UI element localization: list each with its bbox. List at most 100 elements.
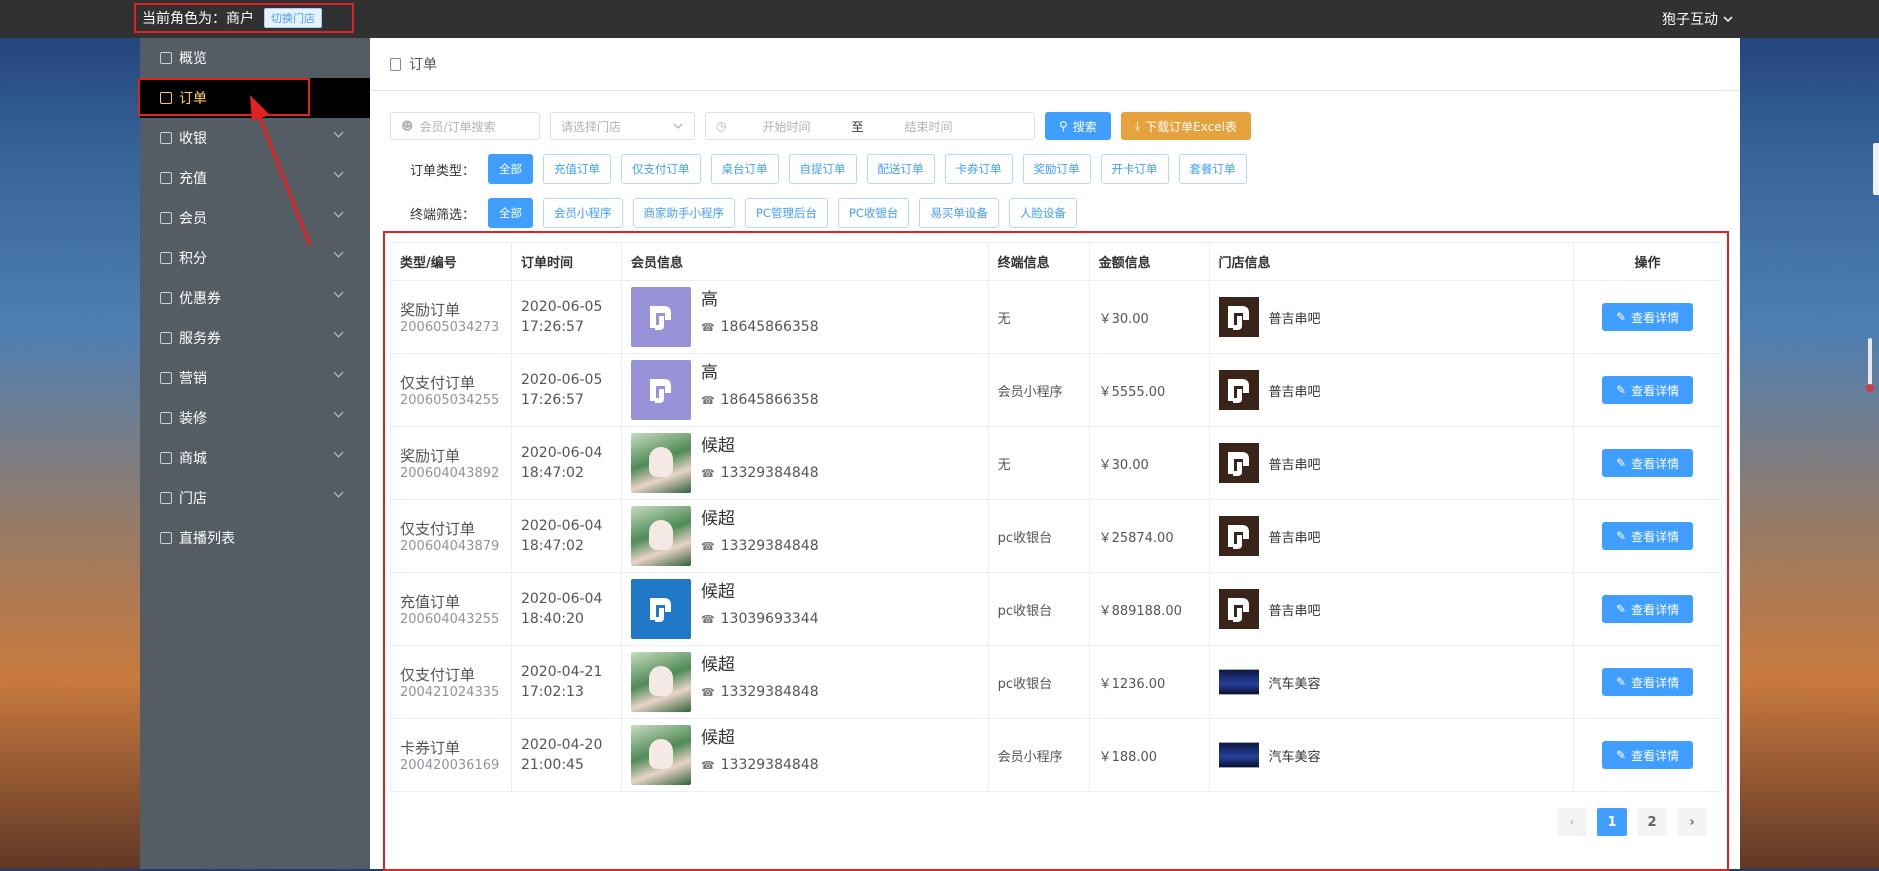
sidebar-item-label: 概览 xyxy=(179,51,207,67)
cell-action: ✎ 查看详情 xyxy=(1573,426,1722,500)
sidebar-item[interactable]: 门店 xyxy=(140,478,370,518)
terminal-chip[interactable]: PC收银台 xyxy=(837,198,910,228)
prev-page-button[interactable]: ‹ xyxy=(1557,808,1587,836)
sidebar-item-label: 营销 xyxy=(179,371,207,387)
search-row: ☻ 会员/订单搜索 请选择门店 ◷ 开始时间 至 结束时间 ⚲ 搜索 ⤓ 下载订… xyxy=(390,112,1251,140)
sidebar-item[interactable]: 概览 xyxy=(140,38,370,78)
chevron-down-icon xyxy=(1723,16,1733,23)
order-type-chip[interactable]: 卡券订单 xyxy=(944,154,1013,184)
order-type-chip[interactable]: 仅支付订单 xyxy=(621,154,701,184)
store-select[interactable]: 请选择门店 xyxy=(550,112,695,140)
pj-logo-icon xyxy=(649,306,671,330)
order-type-chip[interactable]: 桌台订单 xyxy=(710,154,779,184)
view-detail-button[interactable]: ✎ 查看详情 xyxy=(1602,668,1694,696)
terminal-chip[interactable]: PC管理后台 xyxy=(745,198,828,228)
order-type-chip[interactable]: 全部 xyxy=(488,154,533,184)
page-button[interactable]: 2 xyxy=(1637,808,1667,836)
member-name: 高 xyxy=(700,363,718,383)
search-button[interactable]: ⚲ 搜索 xyxy=(1045,112,1111,140)
top-bar: 当前角色为：商户 切换门店 狍子互动 xyxy=(0,0,1879,38)
store-name: 普吉串吧 xyxy=(1268,311,1321,327)
terminal-chip[interactable]: 全部 xyxy=(488,198,533,228)
store-name: 汽车美容 xyxy=(1268,676,1321,692)
mall-icon xyxy=(160,452,172,464)
sidebar-item[interactable]: 优惠券 xyxy=(140,278,370,318)
avatar xyxy=(630,287,691,347)
order-date: 2020-06-05 xyxy=(520,372,603,388)
member-text: 高 ☎ 18645866358 xyxy=(701,287,819,335)
order-type-chip[interactable]: 配送订单 xyxy=(866,154,935,184)
member-text: 候超 ☎ 13329384848 xyxy=(701,506,819,554)
member-order-search-input[interactable]: ☻ 会员/订单搜索 xyxy=(390,112,540,140)
edit-icon: ✎ xyxy=(1616,675,1627,689)
pj-logo-icon xyxy=(1227,598,1249,622)
order-clock: 18:47:02 xyxy=(520,465,584,481)
end-time-input[interactable]: 结束时间 xyxy=(874,118,982,135)
user-menu[interactable]: 狍子互动 xyxy=(1662,0,1734,38)
order-type-chip[interactable]: 开卡订单 xyxy=(1100,154,1169,184)
store-logo xyxy=(1218,516,1259,556)
column-header-store: 门店信息 xyxy=(1208,242,1575,281)
view-detail-label: 查看详情 xyxy=(1631,602,1680,617)
sidebar-item[interactable]: 商城 xyxy=(140,438,370,478)
cell-time: 2020-04-21 17:02:13 xyxy=(510,645,622,719)
sidebar-item-label: 收银 xyxy=(179,131,207,147)
member-phone-number: 18645866358 xyxy=(720,392,819,408)
view-detail-button[interactable]: ✎ 查看详情 xyxy=(1602,741,1694,769)
cell-amount: ￥5555.00 xyxy=(1088,353,1210,427)
order-date: 2020-06-04 xyxy=(520,518,603,534)
phone-icon: ☎ xyxy=(700,758,715,772)
order-clock: 17:26:57 xyxy=(520,319,584,335)
sidebar-item[interactable]: 装修 xyxy=(140,398,370,438)
cell-terminal: 无 xyxy=(987,426,1090,500)
sidebar-item[interactable]: 营销 xyxy=(140,358,370,398)
terminal-chip[interactable]: 会员小程序 xyxy=(543,198,623,228)
member-phone: ☎ 13329384848 xyxy=(701,684,819,700)
member-phone-number: 18645866358 xyxy=(720,319,819,335)
order-type-chip[interactable]: 奖励订单 xyxy=(1022,154,1091,184)
order-type-chip[interactable]: 自提订单 xyxy=(788,154,857,184)
recharge-icon xyxy=(160,172,172,184)
member-phone-number: 13329384848 xyxy=(720,465,819,481)
current-role-text: 当前角色为：商户 xyxy=(142,11,254,27)
terminal-chip[interactable]: 商家助手小程序 xyxy=(632,198,735,228)
member-name: 候超 xyxy=(700,436,735,456)
cell-type: 奖励订单 200605034273 xyxy=(390,280,512,354)
view-detail-button[interactable]: ✎ 查看详情 xyxy=(1602,522,1694,550)
store-info: 汽车美容 xyxy=(1218,662,1565,702)
sidebar-item-label: 会员 xyxy=(179,211,207,227)
view-detail-button[interactable]: ✎ 查看详情 xyxy=(1602,376,1694,404)
annotation-arrow-icon xyxy=(250,95,312,246)
view-detail-button[interactable]: ✎ 查看详情 xyxy=(1602,449,1694,477)
cell-action: ✎ 查看详情 xyxy=(1573,353,1722,427)
next-page-button[interactable]: › xyxy=(1677,808,1707,836)
chevron-down-icon xyxy=(333,327,344,338)
switch-store-button[interactable]: 切换门店 xyxy=(264,8,322,28)
sidebar-item[interactable]: 直播列表 xyxy=(140,518,370,558)
store-icon xyxy=(160,492,172,504)
page-button[interactable]: 1 xyxy=(1597,808,1627,836)
download-button-label: 下载订单Excel表 xyxy=(1145,119,1237,134)
view-detail-button[interactable]: ✎ 查看详情 xyxy=(1602,303,1694,331)
order-number: 200604043255 xyxy=(400,611,500,627)
order-type: 仅支付订单 xyxy=(400,665,476,684)
download-excel-button[interactable]: ⤓ 下载订单Excel表 xyxy=(1120,112,1251,140)
date-range-picker[interactable]: ◷ 开始时间 至 结束时间 xyxy=(705,112,1035,140)
sidebar-item-label: 商城 xyxy=(179,451,207,467)
member-text: 候超 ☎ 13329384848 xyxy=(701,652,819,700)
cell-amount: ￥889188.00 xyxy=(1088,572,1210,646)
start-time-input[interactable]: 开始时间 xyxy=(732,118,840,135)
order-type-label: 订单类型： xyxy=(410,163,476,179)
order-type-chip[interactable]: 充值订单 xyxy=(543,154,611,184)
view-detail-button[interactable]: ✎ 查看详情 xyxy=(1602,595,1694,623)
sidebar-item[interactable]: 服务券 xyxy=(140,318,370,358)
table-row: 仅支付订单 200605034255 2020-06-05 17:26:57 高 ☎ 186… xyxy=(390,353,1722,427)
terminal-chip[interactable]: 人脸设备 xyxy=(1008,198,1077,228)
member-phone: ☎ 13329384848 xyxy=(701,465,819,481)
member-text: 候超 ☎ 13039693344 xyxy=(701,579,819,627)
terminal-chip[interactable]: 易买单设备 xyxy=(919,198,999,228)
order-type-chip[interactable]: 套餐订单 xyxy=(1178,154,1247,184)
order-clock: 17:26:57 xyxy=(520,392,584,408)
view-detail-label: 查看详情 xyxy=(1631,456,1680,471)
edge-tab[interactable] xyxy=(1873,143,1879,195)
